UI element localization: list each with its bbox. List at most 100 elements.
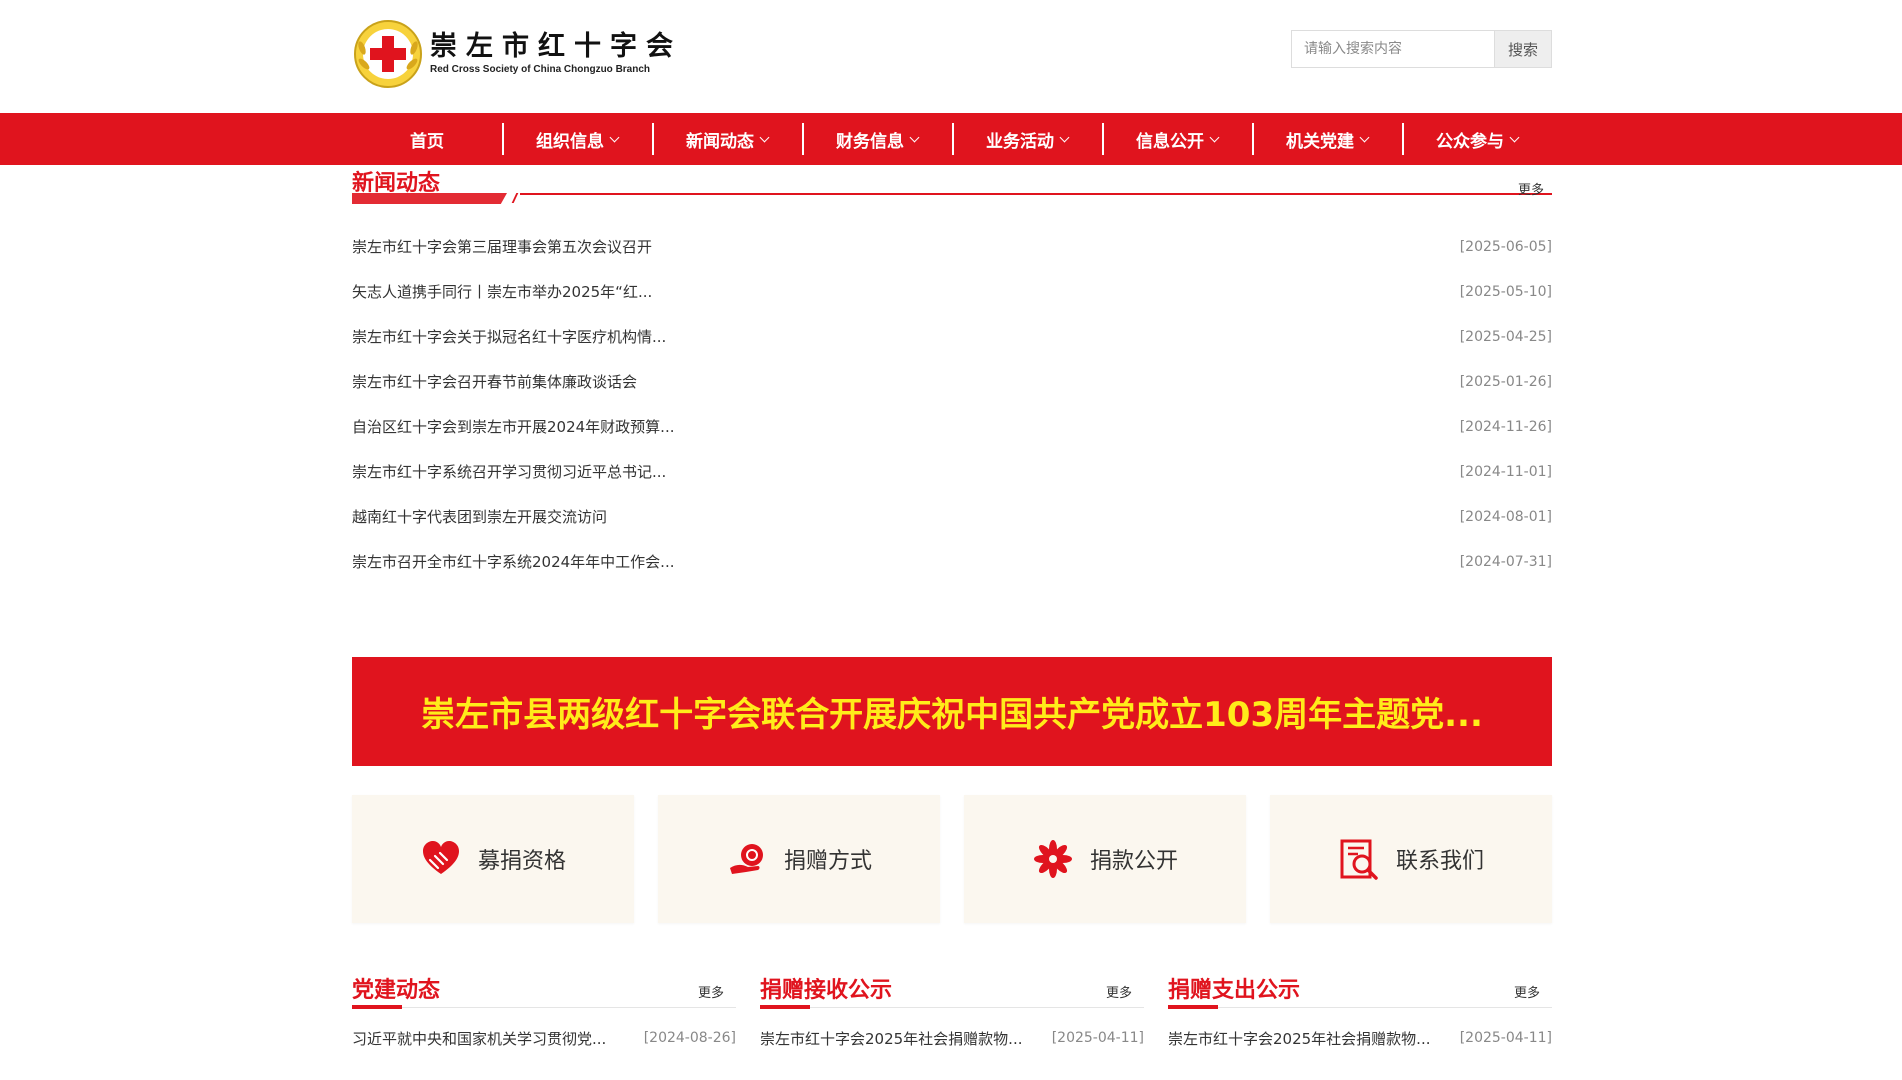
site-header: 崇左市红十字会 Red Cross Society of China Chong… bbox=[0, 0, 1902, 113]
list-item[interactable]: 崇左市红十字会2025年社会捐赠款物... [2025-04-11] bbox=[760, 1021, 1144, 1055]
column-more-link[interactable]: 更多 bbox=[1106, 982, 1132, 1001]
nav-item-label: 财务信息 bbox=[836, 131, 904, 152]
list-item[interactable]: 崇左市红十字会2025年社会捐赠款物... [2025-04-11] bbox=[1168, 1021, 1552, 1055]
news-item[interactable]: 矢志人道携手同行丨崇左市举办2025年“红... [2025-05-10] bbox=[352, 269, 1552, 314]
news-item-date: [2024-08-01] bbox=[1459, 508, 1552, 525]
list-item[interactable]: 习近平就中央和国家机关学习贯彻党... [2024-08-26] bbox=[352, 1021, 736, 1055]
list-item-title: 崇左市红十字会2025年社会捐赠款物... bbox=[760, 1029, 1023, 1048]
search-button[interactable]: 搜索 bbox=[1494, 30, 1552, 68]
news-section: 新闻动态 更多 崇左市红十字会第三届理事会第五次会议召开 [2025-06-05]… bbox=[352, 168, 1552, 584]
column-donation-received: 捐赠接收公示 更多 崇左市红十字会2025年社会捐赠款物... [2025-04-… bbox=[760, 970, 1144, 1055]
news-item-date: [2025-01-26] bbox=[1459, 373, 1552, 390]
news-item-title: 崇左市红十字会第三届理事会第五次会议召开 bbox=[352, 238, 653, 256]
quick-link-fundraising-qualification[interactable]: 募捐资格 bbox=[352, 795, 634, 923]
site-logo[interactable]: 崇左市红十字会 Red Cross Society of China Chong… bbox=[352, 18, 682, 90]
news-more-link[interactable]: 更多 bbox=[1518, 179, 1544, 198]
column-list: 崇左市红十字会2025年社会捐赠款物... [2025-04-11] bbox=[760, 1021, 1144, 1055]
nav-item-label: 新闻动态 bbox=[686, 131, 754, 152]
column-header: 党建动态 更多 bbox=[352, 970, 736, 1009]
nav-item-party[interactable]: 机关党建 bbox=[1252, 113, 1402, 165]
news-item-title: 崇左市红十字系统召开学习贯彻习近平总书记... bbox=[352, 463, 667, 481]
column-party-news: 党建动态 更多 习近平就中央和国家机关学习贯彻党... [2024-08-26] bbox=[352, 970, 736, 1055]
quick-link-label: 捐款公开 bbox=[1089, 849, 1178, 874]
heart-hand-icon bbox=[422, 841, 459, 874]
chevron-down-icon bbox=[1359, 132, 1370, 142]
news-item-title: 矢志人道携手同行丨崇左市举办2025年“红... bbox=[352, 283, 653, 301]
chevron-down-icon bbox=[1059, 132, 1070, 142]
nav-item-label: 首页 bbox=[410, 131, 444, 152]
news-section-title: 新闻动态 bbox=[352, 171, 441, 196]
nav-item-finance[interactable]: 财务信息 bbox=[802, 113, 952, 165]
quick-link-donation-method[interactable]: 捐赠方式 bbox=[658, 795, 940, 923]
news-item-date: [2025-06-05] bbox=[1459, 238, 1552, 255]
list-item-date: [2024-08-26] bbox=[643, 1030, 736, 1046]
list-item-date: [2025-04-11] bbox=[1459, 1030, 1552, 1046]
nav-item-business[interactable]: 业务活动 bbox=[952, 113, 1102, 165]
logo-title-en: Red Cross Society of China Chongzuo Bran… bbox=[430, 64, 651, 75]
nav-item-participation[interactable]: 公众参与 bbox=[1402, 113, 1552, 165]
column-header: 捐赠接收公示 更多 bbox=[760, 970, 1144, 1009]
logo-text: 崇左市红十字会 Red Cross Society of China Chong… bbox=[430, 31, 682, 77]
chevron-down-icon bbox=[909, 132, 920, 142]
news-item[interactable]: 自治区红十字会到崇左市开展2024年财政预算... [2024-11-26] bbox=[352, 404, 1552, 449]
news-item[interactable]: 崇左市红十字会第三届理事会第五次会议召开 [2025-06-05] bbox=[352, 224, 1552, 269]
news-item-date: [2024-11-01] bbox=[1459, 463, 1552, 480]
quick-link-label: 联系我们 bbox=[1395, 849, 1484, 874]
column-title: 党建动态 bbox=[352, 978, 441, 1003]
logo-title-cn: 崇左市红十字会 bbox=[430, 31, 682, 62]
list-item-title: 习近平就中央和国家机关学习贯彻党... bbox=[352, 1029, 607, 1048]
news-item[interactable]: 崇左市召开全市红十字系统2024年年中工作会... [2024-07-31] bbox=[352, 539, 1552, 584]
news-item-date: [2024-07-31] bbox=[1459, 553, 1552, 570]
nav-item-label: 组织信息 bbox=[536, 131, 604, 152]
column-title: 捐赠接收公示 bbox=[760, 978, 893, 1003]
nav-item-label: 机关党建 bbox=[1286, 131, 1354, 152]
quick-link-donation-disclosure[interactable]: 捐款公开 bbox=[964, 795, 1246, 923]
quick-links: 募捐资格 捐赠方式 捐款公开 联系我们 bbox=[352, 795, 1552, 923]
nav-item-home[interactable]: 首页 bbox=[352, 113, 502, 165]
news-item-title: 越南红十字代表团到崇左开展交流访问 bbox=[352, 508, 608, 526]
nav-item-news[interactable]: 新闻动态 bbox=[652, 113, 802, 165]
news-item-title: 崇左市红十字会召开春节前集体廉政谈话会 bbox=[352, 373, 638, 391]
news-item[interactable]: 崇左市红十字系统召开学习贯彻习近平总书记... [2024-11-01] bbox=[352, 449, 1552, 494]
nav-item-disclosure[interactable]: 信息公开 bbox=[1102, 113, 1252, 165]
column-list: 习近平就中央和国家机关学习贯彻党... [2024-08-26] bbox=[352, 1021, 736, 1055]
news-item-date: [2025-05-10] bbox=[1459, 283, 1552, 300]
news-item-title: 自治区红十字会到崇左市开展2024年财政预算... bbox=[352, 418, 675, 436]
nav-item-label: 信息公开 bbox=[1136, 131, 1204, 152]
news-item[interactable]: 越南红十字代表团到崇左开展交流访问 [2024-08-01] bbox=[352, 494, 1552, 539]
column-more-link[interactable]: 更多 bbox=[1514, 982, 1540, 1001]
main-nav: 首页 组织信息 新闻动态 财务信息 业务活动 信息公开 机关党建 公众参与 bbox=[0, 113, 1902, 165]
nav-item-organization[interactable]: 组织信息 bbox=[502, 113, 652, 165]
column-title-underline bbox=[1168, 1005, 1218, 1009]
column-list: 崇左市红十字会2025年社会捐赠款物... [2025-04-11] bbox=[1168, 1021, 1552, 1055]
list-item-date: [2025-04-11] bbox=[1051, 1030, 1144, 1046]
search-box: 搜索 bbox=[1291, 30, 1552, 68]
column-donation-expenditure: 捐赠支出公示 更多 崇左市红十字会2025年社会捐赠款物... [2025-04-… bbox=[1168, 970, 1552, 1055]
section-divider bbox=[520, 193, 1552, 195]
news-item[interactable]: 崇左市红十字会召开春节前集体廉政谈话会 [2025-01-26] bbox=[352, 359, 1552, 404]
chevron-down-icon bbox=[1509, 132, 1520, 142]
quick-link-contact-us[interactable]: 联系我们 bbox=[1270, 795, 1552, 923]
info-columns: 党建动态 更多 习近平就中央和国家机关学习贯彻党... [2024-08-26] … bbox=[352, 970, 1552, 1055]
column-header: 捐赠支出公示 更多 bbox=[1168, 970, 1552, 1009]
news-item-date: [2024-11-26] bbox=[1459, 418, 1552, 435]
list-item-title: 崇左市红十字会2025年社会捐赠款物... bbox=[1168, 1029, 1431, 1048]
search-input[interactable] bbox=[1291, 30, 1494, 68]
news-item-title: 崇左市召开全市红十字系统2024年年中工作会... bbox=[352, 553, 675, 571]
news-section-header: 新闻动态 更多 bbox=[352, 168, 1552, 206]
red-cross-emblem-icon bbox=[354, 20, 422, 88]
feature-banner[interactable]: 崇左市县两级红十字会联合开展庆祝中国共产党成立103周年主题党... bbox=[352, 657, 1552, 766]
column-more-link[interactable]: 更多 bbox=[698, 982, 724, 1001]
flower-icon bbox=[1033, 840, 1072, 878]
column-title-underline bbox=[760, 1005, 810, 1009]
chevron-down-icon bbox=[759, 132, 770, 142]
news-list: 崇左市红十字会第三届理事会第五次会议召开 [2025-06-05] 矢志人道携手同… bbox=[352, 224, 1552, 584]
quick-link-label: 募捐资格 bbox=[477, 849, 566, 874]
column-title-underline bbox=[352, 1005, 402, 1009]
news-item[interactable]: 崇左市红十字会关于拟冠名红十字医疗机构情... [2025-04-25] bbox=[352, 314, 1552, 359]
news-item-date: [2025-04-25] bbox=[1459, 328, 1552, 345]
quick-link-label: 捐赠方式 bbox=[783, 849, 872, 874]
document-search-icon bbox=[1340, 839, 1378, 880]
column-title: 捐赠支出公示 bbox=[1168, 978, 1301, 1003]
feature-banner-text: 崇左市县两级红十字会联合开展庆祝中国共产党成立103周年主题党... bbox=[421, 695, 1483, 735]
